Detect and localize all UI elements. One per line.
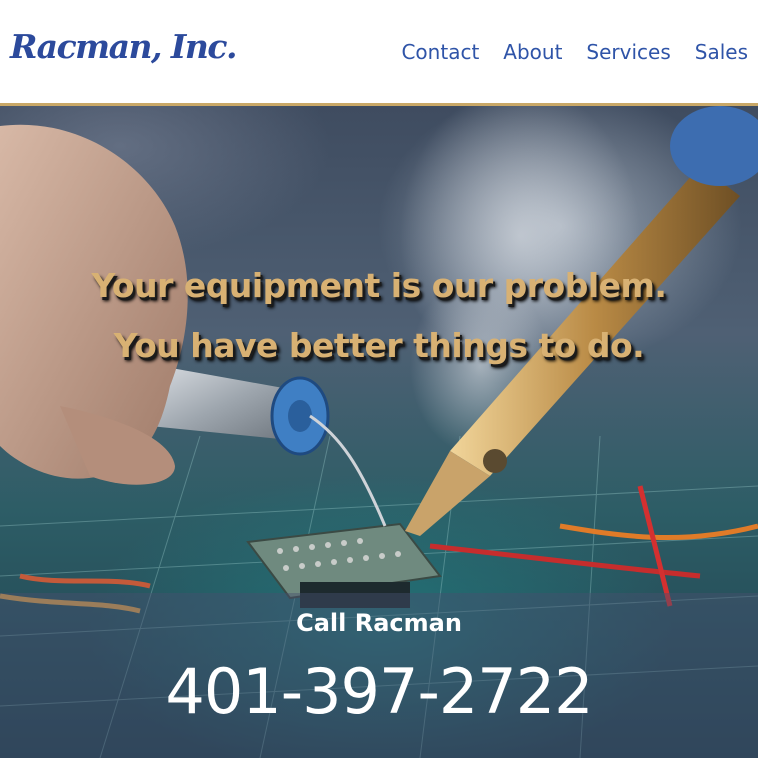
nav-link-sales[interactable]: Sales bbox=[695, 40, 748, 64]
main-nav: Contact About Services Sales bbox=[401, 40, 748, 64]
site-logo[interactable]: Racman, Inc. bbox=[10, 27, 237, 66]
iron-handle bbox=[670, 106, 758, 186]
nav-link-contact[interactable]: Contact bbox=[401, 40, 479, 64]
hero-section: Your equipment is our problem. You have … bbox=[0, 106, 758, 758]
call-to-action-band: Call Racman 401-397-2722 bbox=[0, 593, 758, 758]
site-header: Racman, Inc. Contact About Services Sale… bbox=[0, 0, 758, 106]
tagline-line-1: Your equipment is our problem. bbox=[91, 266, 667, 305]
page: Racman, Inc. Contact About Services Sale… bbox=[0, 0, 758, 758]
cta-label: Call Racman bbox=[296, 609, 462, 637]
nav-link-services[interactable]: Services bbox=[586, 40, 670, 64]
tagline-line-2: You have better things to do. bbox=[113, 326, 645, 365]
phone-number-link[interactable]: 401-397-2722 bbox=[0, 655, 758, 728]
solder-spool bbox=[150, 366, 387, 527]
nav-link-about[interactable]: About bbox=[503, 40, 562, 64]
